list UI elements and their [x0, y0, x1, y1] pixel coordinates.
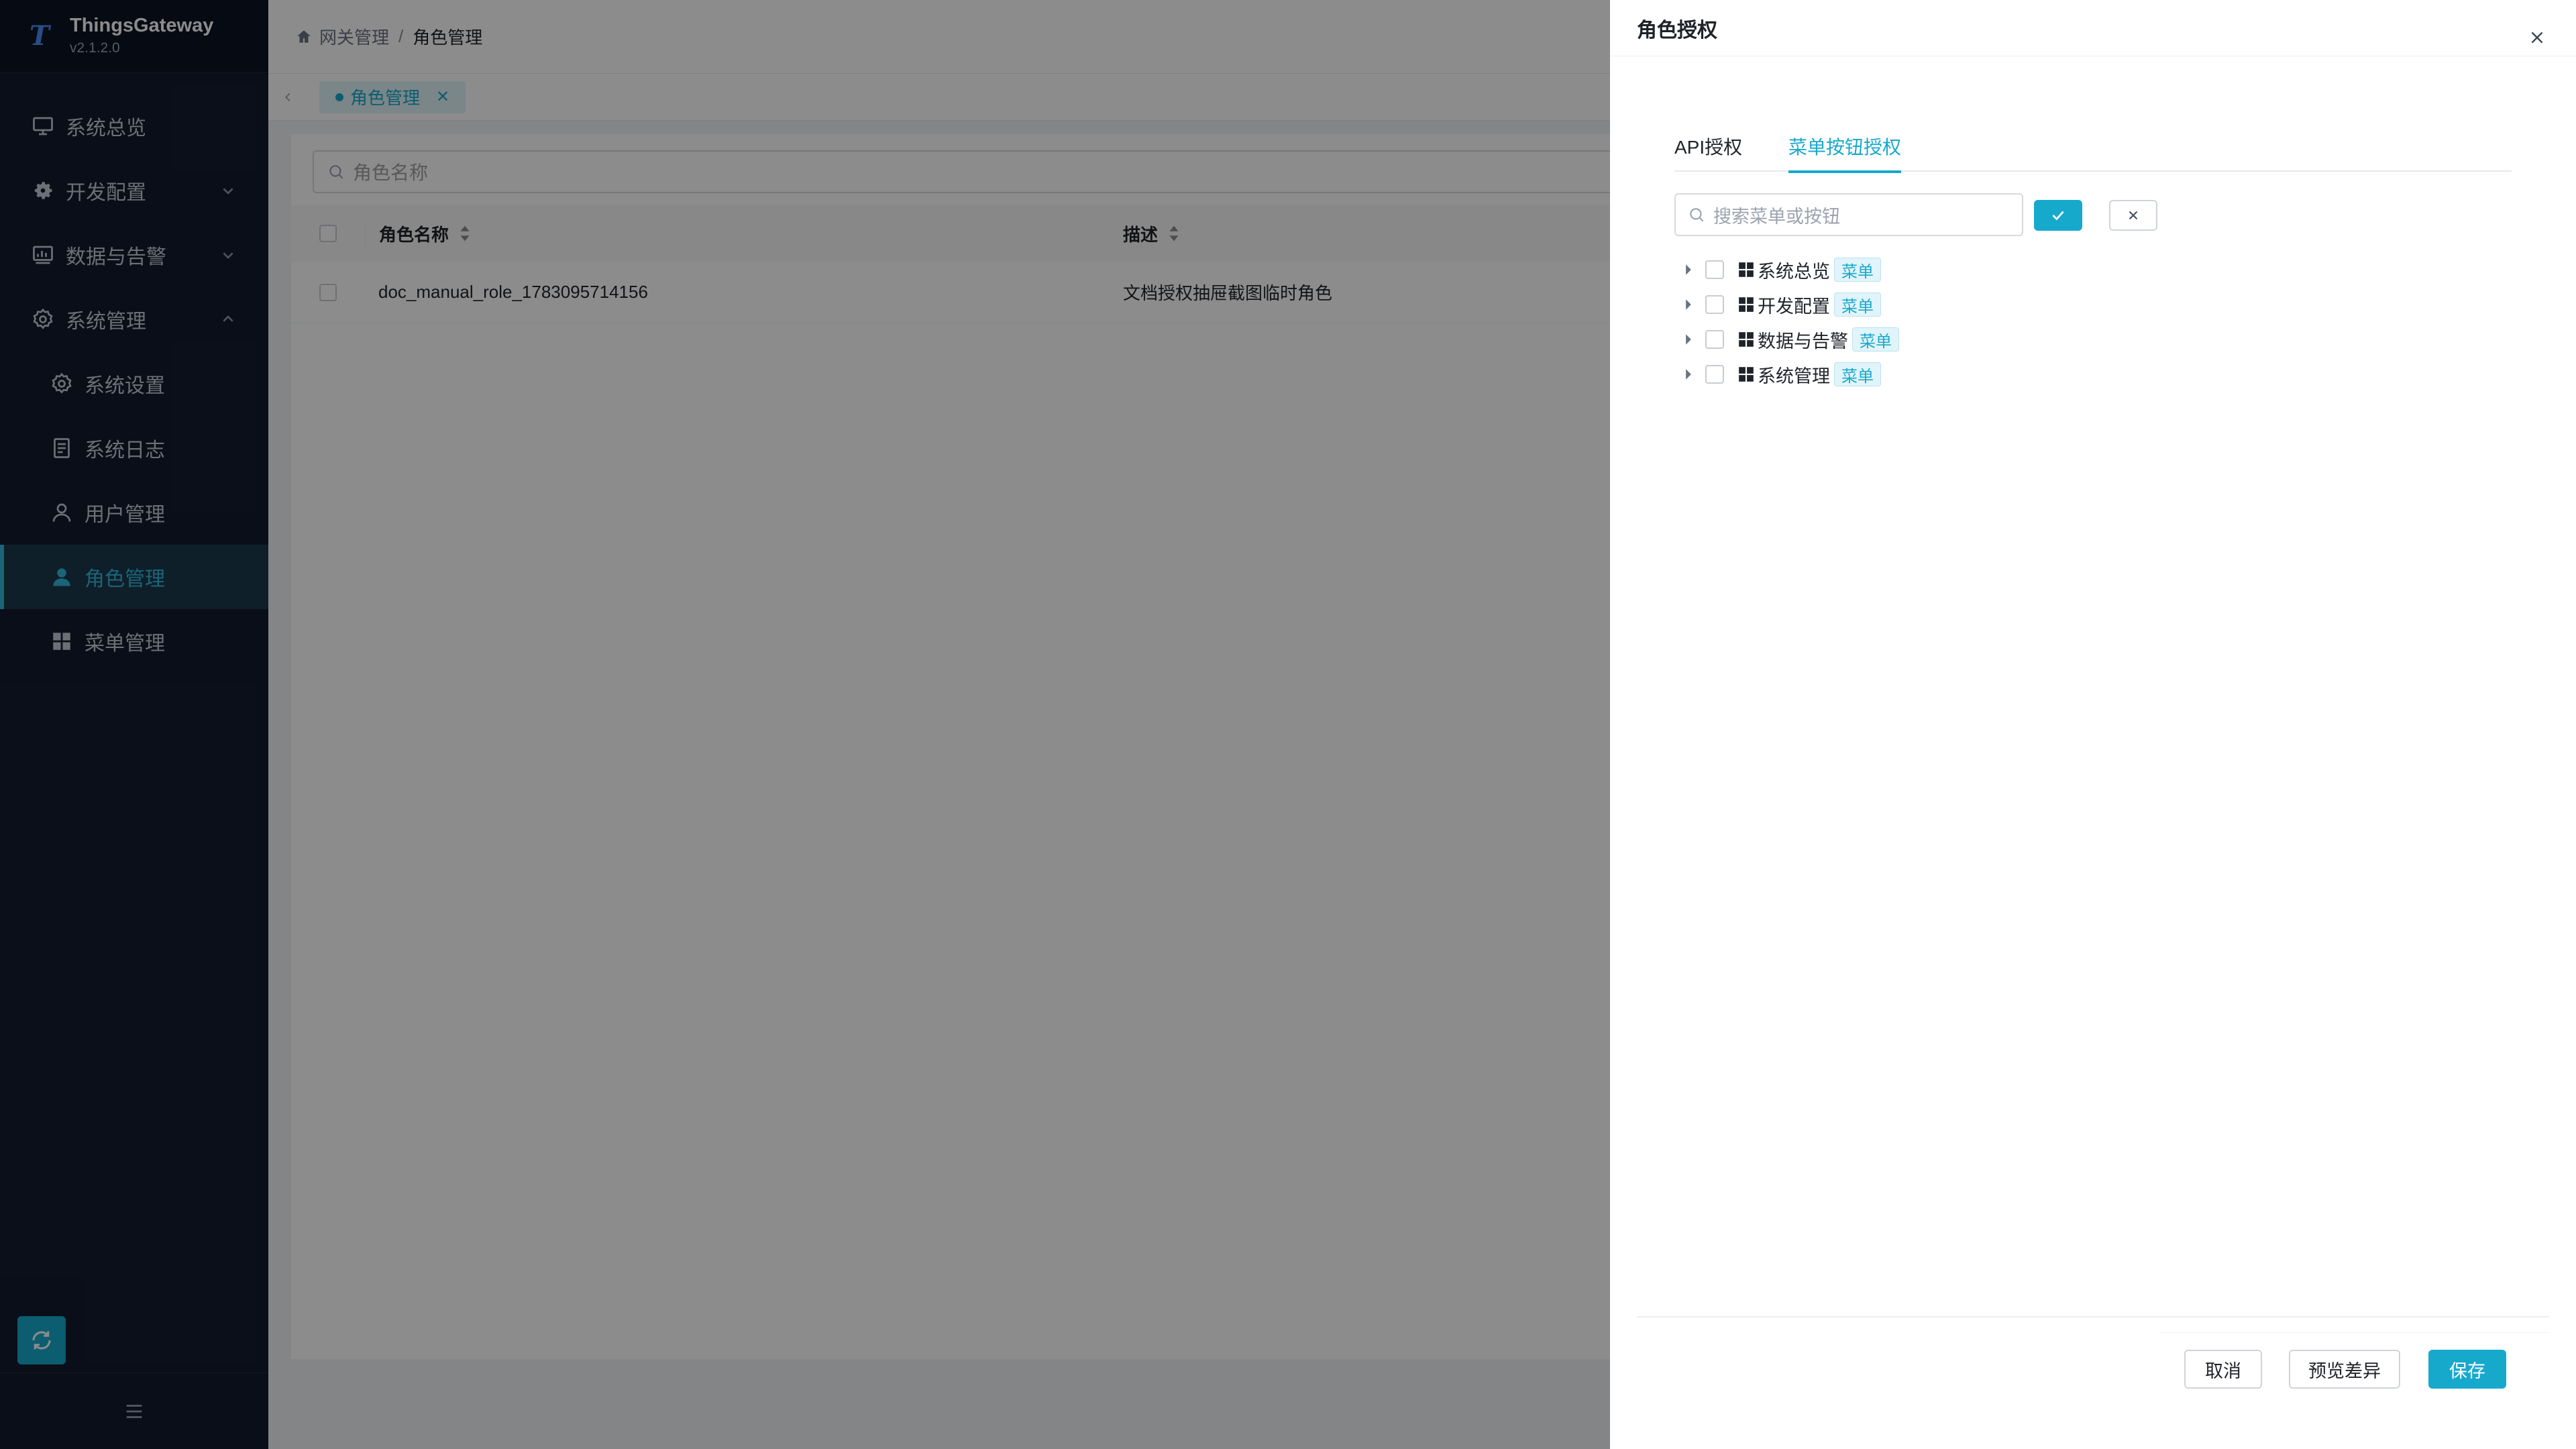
tree-node-checkbox[interactable]: [1705, 260, 1724, 279]
check-icon: [2052, 211, 2064, 221]
drawer-header: 角色授权: [1610, 0, 2576, 56]
grid-icon: [1737, 296, 1755, 313]
role-authorization-drawer: 角色授权 API授权 菜单按钮授权 搜索菜单或按钮 系统总览 菜单 开发配置 菜…: [1610, 0, 2576, 1449]
menu-type-badge: 菜单: [1834, 258, 1881, 282]
tree-node-label: 数据与告警: [1758, 331, 1848, 352]
tree-node-label: 系统管理: [1758, 366, 1830, 386]
grid-icon: [1737, 261, 1755, 278]
tree-node-label: 系统总览: [1758, 261, 1830, 282]
search-icon: [1688, 206, 1705, 223]
caret-right-icon[interactable]: [1681, 368, 1696, 380]
tab-api-authorization[interactable]: API授权: [1674, 133, 1742, 172]
close-icon: [2531, 32, 2543, 44]
tree-node-system-overview[interactable]: 系统总览 菜单: [1681, 252, 1899, 287]
grid-icon: [1737, 331, 1755, 348]
drawer-close-button[interactable]: [2525, 25, 2549, 50]
tab-menu-button-authorization[interactable]: 菜单按钮授权: [1788, 133, 1902, 173]
drawer-footer-divider: [1637, 1316, 2549, 1318]
preview-diff-button[interactable]: 预览差异: [2289, 1350, 2400, 1389]
menu-search-placeholder: 搜索菜单或按钮: [1713, 206, 1840, 227]
cancel-button[interactable]: 取消: [2184, 1350, 2262, 1389]
close-icon: [2129, 211, 2138, 220]
tree-node-system-management[interactable]: 系统管理 菜单: [1681, 357, 1899, 392]
tree-node-checkbox[interactable]: [1705, 330, 1724, 349]
select-all-button[interactable]: [2034, 200, 2082, 231]
menu-type-badge: 菜单: [1834, 292, 1881, 317]
tree-node-label: 开发配置: [1758, 296, 1830, 317]
tree-node-checkbox[interactable]: [1705, 365, 1724, 384]
tree-node-checkbox[interactable]: [1705, 295, 1724, 314]
menu-type-badge: 菜单: [1852, 327, 1899, 352]
drawer-footer-inner-divider: [2160, 1332, 2549, 1333]
menu-type-badge: 菜单: [1834, 362, 1881, 386]
menu-tree: 系统总览 菜单 开发配置 菜单 数据与告警 菜单 系统管理 菜单: [1681, 252, 1899, 392]
clear-selection-button[interactable]: [2109, 200, 2157, 231]
drawer-title: 角色授权: [1637, 19, 1717, 42]
caret-right-icon[interactable]: [1681, 264, 1696, 276]
menu-search-input[interactable]: 搜索菜单或按钮: [1674, 193, 2023, 236]
tree-node-dev-config[interactable]: 开发配置 菜单: [1681, 287, 1899, 322]
caret-right-icon[interactable]: [1681, 299, 1696, 311]
authorization-tabs: API授权 菜单按钮授权: [1674, 133, 2512, 173]
tree-node-data-alarm[interactable]: 数据与告警 菜单: [1681, 322, 1899, 357]
caret-right-icon[interactable]: [1681, 333, 1696, 345]
grid-icon: [1737, 366, 1755, 383]
save-button[interactable]: 保存: [2428, 1350, 2506, 1389]
